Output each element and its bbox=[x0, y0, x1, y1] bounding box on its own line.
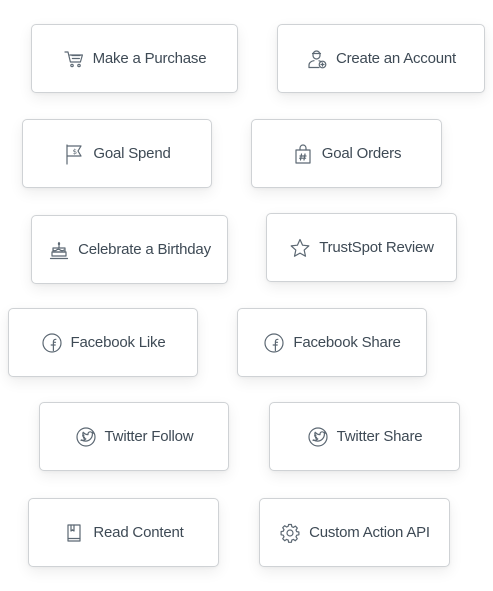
make-a-purchase-label: Make a Purchase bbox=[92, 50, 207, 67]
star-icon bbox=[289, 237, 311, 259]
twitter-follow-button[interactable]: Twitter Follow bbox=[39, 402, 229, 471]
twitter-share-label: Twitter Share bbox=[336, 428, 423, 445]
goal-orders-label: Goal Orders bbox=[321, 145, 402, 162]
trustspot-review-button[interactable]: TrustSpot Review bbox=[266, 213, 457, 282]
custom-action-api-button[interactable]: Custom Action API bbox=[259, 498, 450, 567]
twitter-icon bbox=[75, 426, 97, 448]
create-an-account-button[interactable]: Create an Account bbox=[277, 24, 485, 93]
celebrate-a-birthday-label: Celebrate a Birthday bbox=[78, 241, 211, 258]
goal-spend-button[interactable]: $ Goal Spend bbox=[22, 119, 212, 188]
make-a-purchase-button[interactable]: Make a Purchase bbox=[31, 24, 238, 93]
facebook-icon bbox=[41, 332, 63, 354]
read-content-label: Read Content bbox=[93, 524, 184, 541]
birthday-cake-icon bbox=[48, 239, 70, 261]
custom-action-api-label: Custom Action API bbox=[309, 524, 430, 541]
facebook-share-label: Facebook Share bbox=[293, 334, 401, 351]
twitter-follow-label: Twitter Follow bbox=[104, 428, 194, 445]
facebook-like-label: Facebook Like bbox=[70, 334, 166, 351]
dollar-flag-icon: $ bbox=[63, 143, 85, 165]
goal-orders-button[interactable]: Goal Orders bbox=[251, 119, 442, 188]
trustspot-review-label: TrustSpot Review bbox=[319, 239, 434, 256]
celebrate-a-birthday-button[interactable]: Celebrate a Birthday bbox=[31, 215, 228, 284]
facebook-icon bbox=[263, 332, 285, 354]
facebook-like-button[interactable]: Facebook Like bbox=[8, 308, 198, 377]
facebook-share-button[interactable]: Facebook Share bbox=[237, 308, 427, 377]
add-user-icon bbox=[306, 48, 328, 70]
gear-icon bbox=[279, 522, 301, 544]
twitter-share-button[interactable]: Twitter Share bbox=[269, 402, 460, 471]
read-content-button[interactable]: Read Content bbox=[28, 498, 219, 567]
shopping-bag-hash-icon bbox=[292, 143, 314, 165]
svg-text:$: $ bbox=[73, 148, 77, 156]
cart-icon bbox=[63, 48, 85, 70]
create-an-account-label: Create an Account bbox=[335, 50, 456, 67]
book-icon bbox=[63, 522, 85, 544]
goal-spend-label: Goal Spend bbox=[93, 145, 171, 162]
twitter-icon bbox=[307, 426, 329, 448]
